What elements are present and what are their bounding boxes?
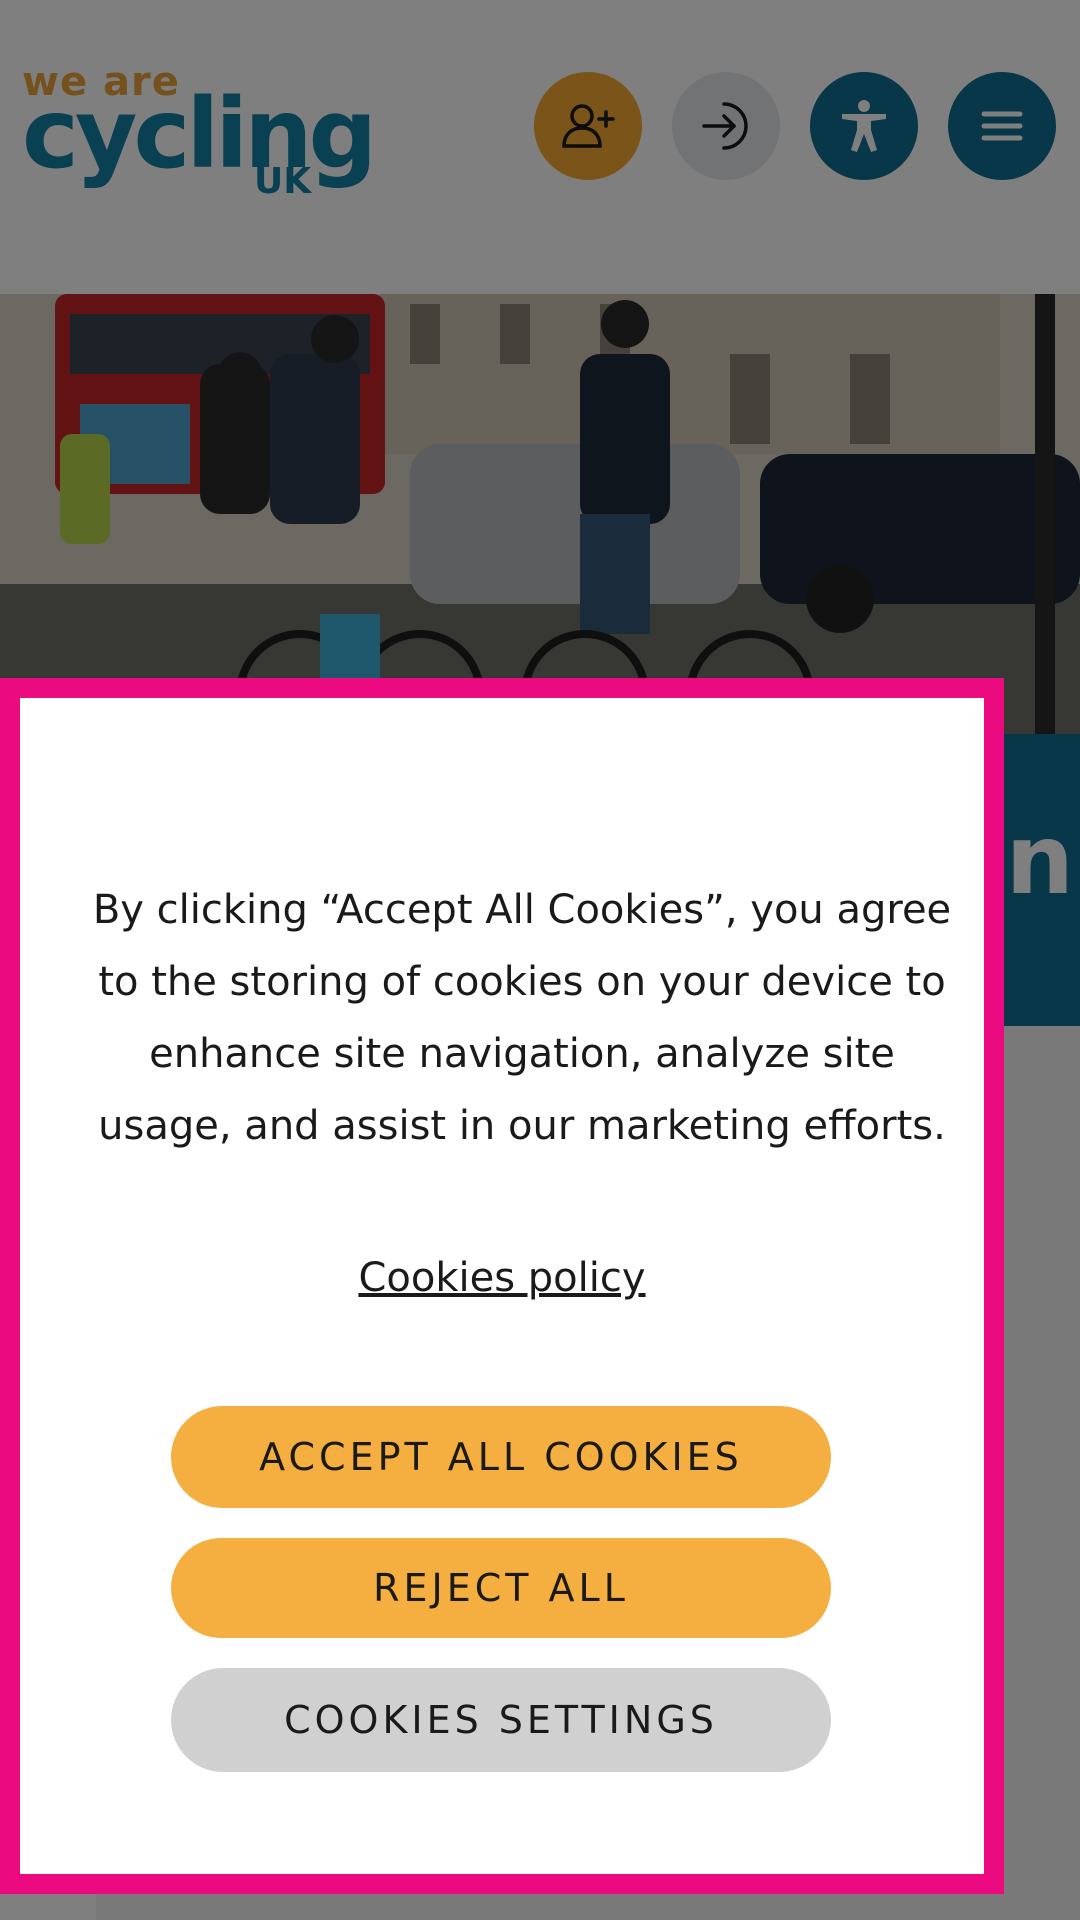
reject-all-button[interactable]: REJECT ALL (171, 1538, 831, 1638)
cookies-settings-button[interactable]: COOKIES SETTINGS (171, 1668, 831, 1772)
cookie-consent-dialog: By clicking “Accept All Cookies”, you ag… (0, 678, 1004, 1894)
cookies-policy-link[interactable]: Cookies policy (20, 1250, 984, 1306)
cookie-message: By clicking “Accept All Cookies”, you ag… (92, 887, 952, 1149)
accept-all-cookies-button[interactable]: ACCEPT ALL COOKIES (171, 1406, 831, 1508)
